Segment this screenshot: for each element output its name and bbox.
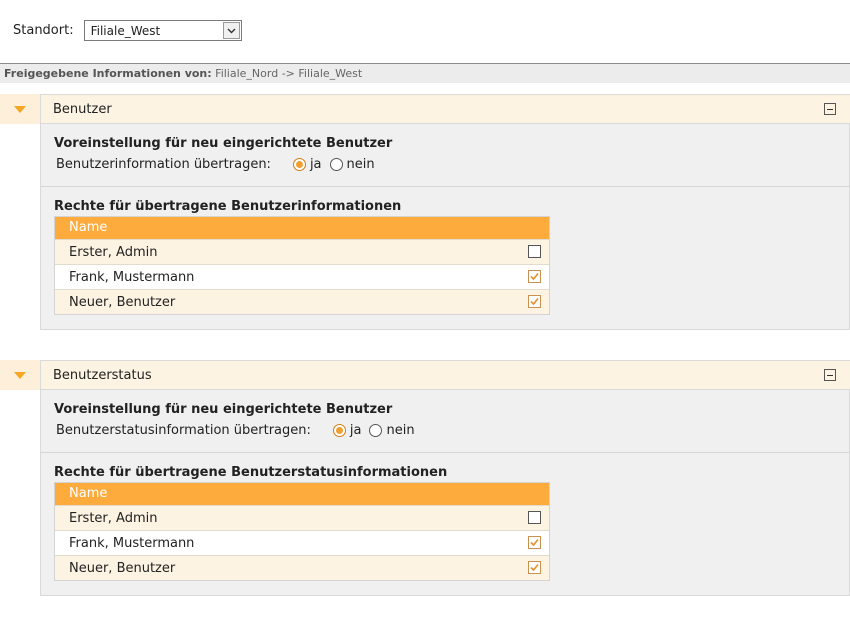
location-dropdown[interactable]: Filiale_West	[83, 20, 242, 41]
user-name: Frank, Mustermann	[69, 269, 195, 285]
column-header-name: Name	[55, 483, 549, 505]
transfer-question: Benutzerinformation übertragen:	[56, 157, 271, 172]
minus-box-icon[interactable]	[824, 103, 836, 115]
rights-table: Name Erster, Admin Frank, Mustermann Neu…	[54, 216, 550, 315]
section-benutzerstatus: Benutzerstatus Voreinstellung für neu ei…	[0, 360, 850, 596]
table-row: Neuer, Benutzer	[55, 555, 549, 580]
radio-no-indicator[interactable]	[369, 424, 383, 437]
user-name: Neuer, Benutzer	[69, 560, 176, 576]
defaults-title: Voreinstellung für neu eingerichtete Ben…	[54, 402, 393, 417]
minus-box-icon[interactable]	[824, 369, 836, 381]
user-name: Frank, Mustermann	[69, 535, 195, 551]
location-dropdown-value: Filiale_West	[90, 23, 161, 38]
radio-yes-indicator[interactable]	[332, 424, 346, 437]
radio-yes-label: ja	[309, 157, 322, 172]
chevron-down-icon[interactable]	[222, 22, 240, 39]
checkmark-icon	[530, 297, 539, 306]
radio-yes-label: ja	[349, 423, 362, 438]
radio-no-label: nein	[386, 423, 415, 438]
user-name: Erster, Admin	[69, 244, 158, 260]
rights-block: Rechte für übertragene Benutzerstatusinf…	[41, 452, 849, 595]
rights-table: Name Erster, Admin Frank, Mustermann Neu…	[54, 482, 550, 581]
location-selector: Standort: Filiale_West	[13, 20, 242, 41]
right-checkbox[interactable]	[528, 245, 541, 258]
radio-yes-indicator[interactable]	[292, 158, 306, 171]
right-checkbox[interactable]	[528, 511, 541, 524]
right-checkbox[interactable]	[528, 270, 541, 283]
shared-info-bar: Freigegebene Informationen von: Filiale_…	[0, 63, 850, 83]
section-title: Benutzerstatus	[53, 367, 152, 383]
checkmark-icon	[530, 563, 539, 572]
radio-yes[interactable]: ja	[292, 157, 322, 172]
triangle-down-icon[interactable]	[0, 94, 40, 124]
radio-no-label: nein	[346, 157, 375, 172]
user-name: Erster, Admin	[69, 510, 158, 526]
table-row: Frank, Mustermann	[55, 530, 549, 555]
radio-no[interactable]: nein	[369, 423, 415, 438]
section-title-area: Benutzer	[40, 94, 850, 124]
rights-title: Rechte für übertragene Benutzerstatusinf…	[54, 465, 448, 480]
section-body: Voreinstellung für neu eingerichtete Ben…	[40, 124, 850, 330]
rights-title: Rechte für übertragene Benutzerinformati…	[54, 199, 402, 214]
rights-block: Rechte für übertragene Benutzerinformati…	[41, 186, 849, 329]
section-header[interactable]: Benutzer	[0, 94, 850, 124]
location-label: Standort:	[13, 23, 74, 38]
section-benutzer: Benutzer Voreinstellung für neu eingeric…	[0, 94, 850, 330]
defaults-block: Voreinstellung für neu eingerichtete Ben…	[41, 124, 849, 186]
right-checkbox[interactable]	[528, 536, 541, 549]
triangle-down-icon[interactable]	[0, 360, 40, 390]
transfer-question: Benutzerstatusinformation übertragen:	[56, 423, 311, 438]
defaults-title: Voreinstellung für neu eingerichtete Ben…	[54, 136, 393, 151]
radio-no[interactable]: nein	[329, 157, 375, 172]
radio-no-indicator[interactable]	[329, 158, 343, 171]
section-header[interactable]: Benutzerstatus	[0, 360, 850, 390]
defaults-block: Voreinstellung für neu eingerichtete Ben…	[41, 390, 849, 452]
radio-yes[interactable]: ja	[332, 423, 362, 438]
shared-info-route: Filiale_Nord -> Filiale_West	[215, 67, 363, 80]
table-row: Erster, Admin	[55, 239, 549, 264]
right-checkbox[interactable]	[528, 561, 541, 574]
section-title-area: Benutzerstatus	[40, 360, 850, 390]
right-checkbox[interactable]	[528, 295, 541, 308]
column-header-name: Name	[55, 217, 549, 239]
section-title: Benutzer	[53, 101, 112, 117]
transfer-radio-group: Benutzerinformation übertragen: ja nein	[54, 157, 836, 172]
user-name: Neuer, Benutzer	[69, 294, 176, 310]
checkmark-icon	[530, 272, 539, 281]
table-row: Neuer, Benutzer	[55, 289, 549, 314]
transfer-radio-group: Benutzerstatusinformation übertragen: ja…	[54, 423, 836, 438]
table-row: Frank, Mustermann	[55, 264, 549, 289]
table-row: Erster, Admin	[55, 505, 549, 530]
shared-info-prefix: Freigegebene Informationen von:	[4, 67, 212, 80]
section-body: Voreinstellung für neu eingerichtete Ben…	[40, 390, 850, 596]
checkmark-icon	[530, 538, 539, 547]
